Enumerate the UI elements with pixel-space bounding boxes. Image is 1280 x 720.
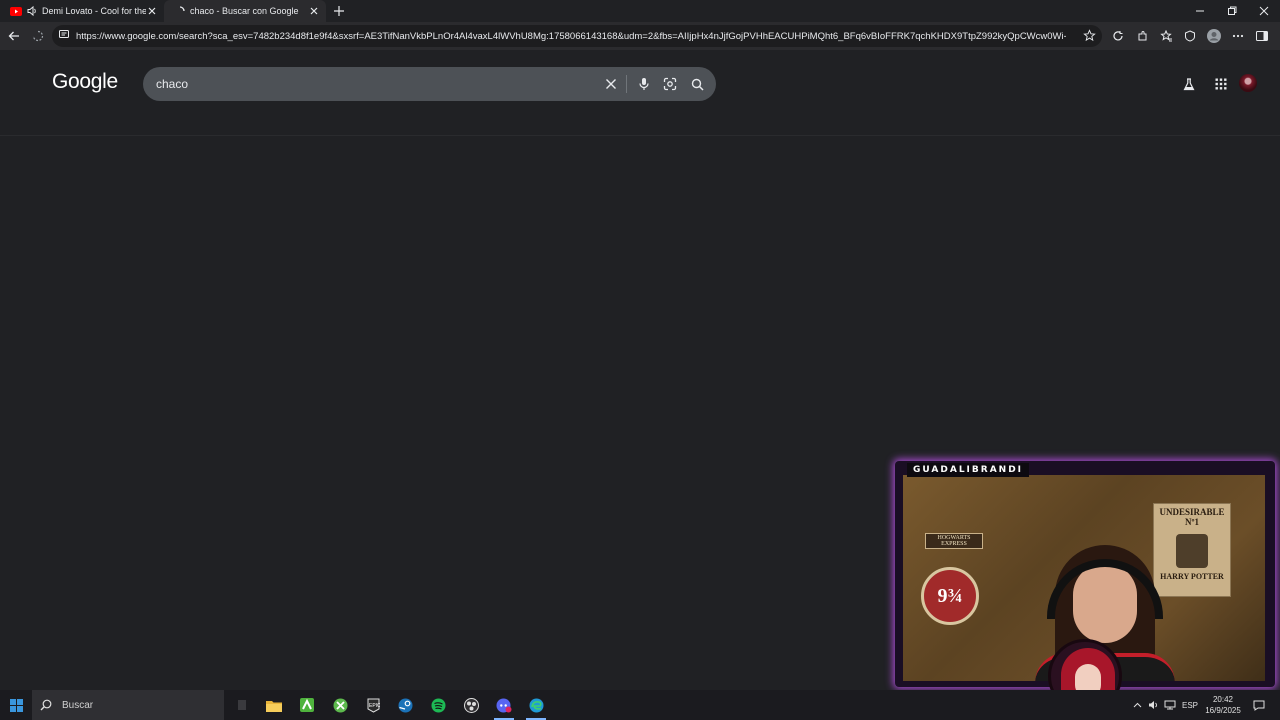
more-options-icon[interactable] xyxy=(1226,24,1250,48)
close-window-icon[interactable] xyxy=(1248,0,1280,22)
navigation-bar: https://www.google.com/search?sca_esv=74… xyxy=(0,22,1280,50)
tab-demi-lovato[interactable]: Demi Lovato - Cool for the S xyxy=(0,0,164,22)
clear-search-icon[interactable] xyxy=(601,74,621,94)
xbox-icon[interactable] xyxy=(324,690,356,720)
url-text: https://www.google.com/search?sca_esv=74… xyxy=(76,30,1066,42)
extension-icon[interactable] xyxy=(1130,24,1154,48)
favorite-star-icon[interactable] xyxy=(1083,29,1096,47)
youtube-icon xyxy=(10,5,22,17)
back-button[interactable] xyxy=(2,24,26,48)
window-controls xyxy=(1184,0,1280,22)
new-tab-button[interactable] xyxy=(328,0,350,22)
browser-essentials-icon[interactable] xyxy=(1178,24,1202,48)
clock-time: 20:42 xyxy=(1212,695,1234,704)
browser-toolbar xyxy=(1106,24,1274,48)
clock-date: 16/9/2025 xyxy=(1205,706,1241,715)
poster-title: UNDESIRABLE Nº1 xyxy=(1159,507,1225,527)
favorites-icon[interactable] xyxy=(1154,24,1178,48)
search-box[interactable] xyxy=(143,67,716,101)
close-tab-icon[interactable] xyxy=(146,5,158,17)
windows-start-icon[interactable] xyxy=(0,690,32,720)
taskbar-search-placeholder: Buscar xyxy=(62,699,94,711)
spotify-icon[interactable] xyxy=(422,690,454,720)
search-labs-icon[interactable] xyxy=(1179,74,1199,94)
address-bar[interactable]: https://www.google.com/search?sca_esv=74… xyxy=(52,25,1102,47)
tab-google-search[interactable]: chaco - Buscar con Google xyxy=(164,0,326,22)
search-divider xyxy=(626,75,627,93)
google-apps-icon[interactable] xyxy=(1211,74,1231,94)
refresh-icon[interactable] xyxy=(1106,24,1130,48)
search-icon[interactable] xyxy=(687,74,707,94)
volume-icon[interactable] xyxy=(1146,690,1160,720)
discord-icon[interactable] xyxy=(488,690,520,720)
tab-title: Demi Lovato - Cool for the S xyxy=(42,6,146,16)
close-tab-icon[interactable] xyxy=(308,5,320,17)
search-icon xyxy=(40,699,52,711)
profile-avatar-icon[interactable] xyxy=(1202,24,1226,48)
voice-search-icon[interactable] xyxy=(634,74,654,94)
notifications-icon[interactable] xyxy=(1250,690,1268,720)
file-explorer-icon[interactable] xyxy=(258,690,290,720)
language-indicator[interactable]: ESP xyxy=(1180,690,1200,720)
tab-title: chaco - Buscar con Google xyxy=(190,6,299,16)
taskbar-search[interactable]: Buscar xyxy=(32,690,224,720)
webcam-overlay: HOGWARTS EXPRESS 9¾ UNDESIRABLE Nº1 HARR… xyxy=(895,461,1275,713)
show-hidden-icons[interactable] xyxy=(1130,690,1144,720)
google-logo[interactable]: Google xyxy=(52,70,118,94)
stop-loading-icon[interactable] xyxy=(26,24,50,48)
system-clock[interactable]: 20:42 16/9/2025 xyxy=(1200,694,1246,716)
windows-taskbar: Buscar EPIC ESP 20:42 16/9/2025 xyxy=(0,690,1280,720)
epic-games-icon[interactable]: EPIC xyxy=(357,690,389,720)
speaker-icon[interactable] xyxy=(26,5,38,17)
edge-browser-icon[interactable] xyxy=(520,690,552,720)
loading-icon xyxy=(174,5,186,17)
site-info-icon[interactable] xyxy=(58,27,70,45)
search-input[interactable] xyxy=(156,75,586,93)
steam-icon[interactable] xyxy=(389,690,421,720)
minimize-icon[interactable] xyxy=(1184,0,1216,22)
hogwarts-sign: HOGWARTS EXPRESS xyxy=(925,533,983,549)
lens-search-icon[interactable] xyxy=(660,74,680,94)
poster-photo xyxy=(1176,534,1208,568)
network-icon[interactable] xyxy=(1162,690,1178,720)
account-avatar[interactable] xyxy=(1239,74,1257,92)
channel-name: GUADALIBRANDI xyxy=(907,463,1030,477)
obs-studio-icon[interactable] xyxy=(455,690,487,720)
task-view-icon[interactable] xyxy=(226,690,258,720)
sidebar-toggle-icon[interactable] xyxy=(1250,24,1274,48)
google-header: Google xyxy=(0,50,1280,136)
widgets-app-icon[interactable] xyxy=(291,690,323,720)
tab-strip: Demi Lovato - Cool for the S chaco - Bus… xyxy=(0,0,1280,22)
platform-sign: 9¾ xyxy=(921,567,979,625)
restore-icon[interactable] xyxy=(1216,0,1248,22)
svg-text:EPIC: EPIC xyxy=(369,703,380,709)
